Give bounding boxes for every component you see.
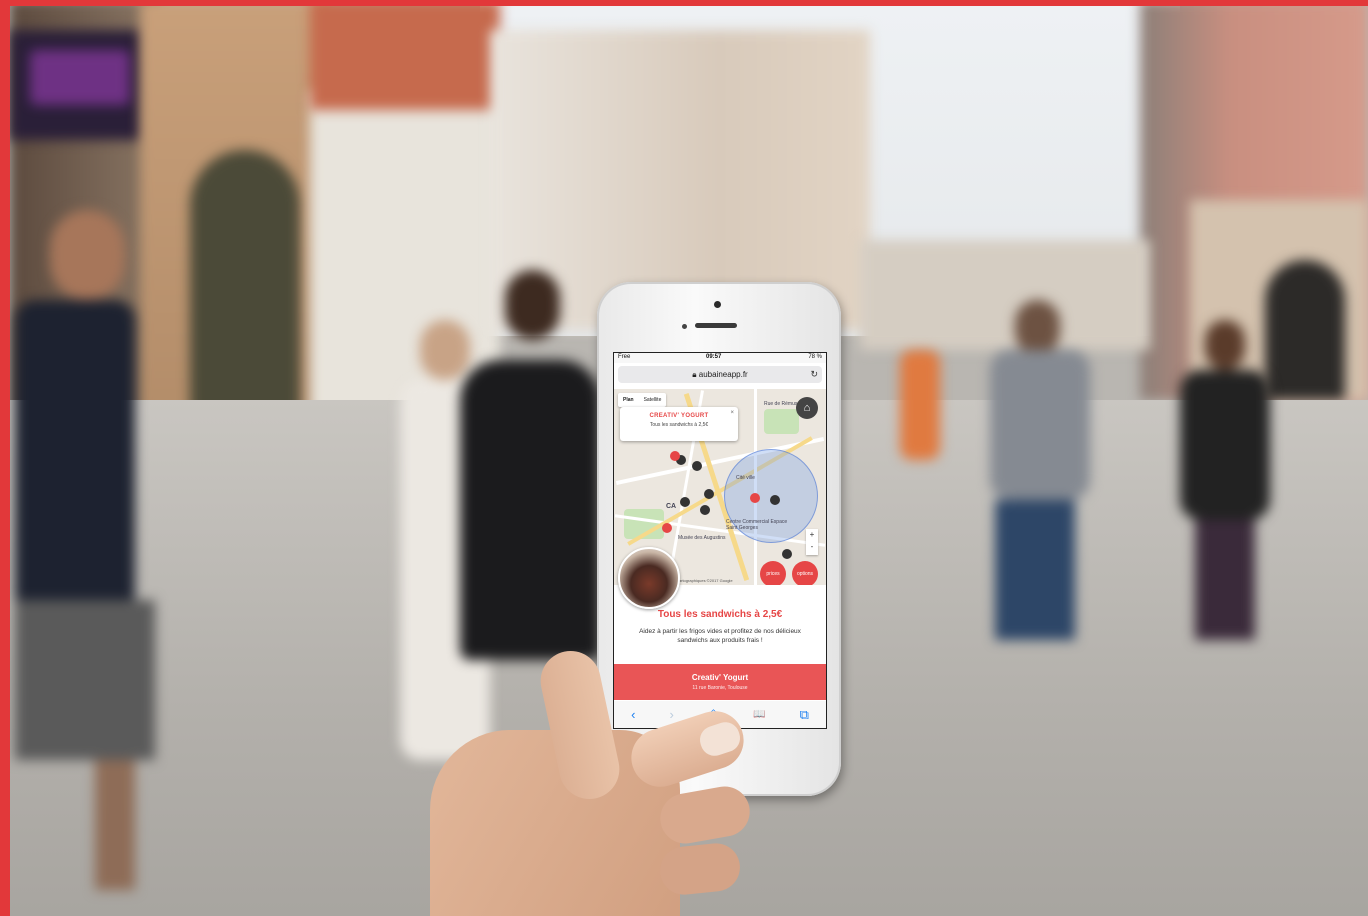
map-pin[interactable] [770,495,780,505]
neon-sign-glow [30,50,130,105]
carrier-label: Free [618,354,631,360]
filter-button-right[interactable]: options [792,561,818,585]
map-pin[interactable] [680,497,690,507]
person-walking-right [1170,320,1280,640]
map-label: Cité ville [736,475,755,481]
map-pin-selected[interactable] [750,493,760,503]
map-pin-selected[interactable] [670,451,680,461]
map-label: Musée des Augustins [678,535,726,541]
map-type-tabs: Plan Satellite [618,393,667,407]
frame-top [0,0,1368,6]
person-orange [900,350,940,460]
frame-left [0,0,10,916]
person-left [15,210,155,890]
map-pin[interactable] [700,505,710,515]
tab-satellite[interactable]: Satellite [639,393,667,407]
tabs-icon[interactable]: ⧉ [800,707,809,723]
photo-scene: Free 09:57 78 % 🔒︎ aubaineapp.fr ↻ Rue d… [0,0,1368,916]
map-label: Centre Commercial Espace Saint Georges [726,519,788,531]
person-black-top [460,270,600,690]
hand [430,645,760,916]
zoom-in-button[interactable]: + [806,529,818,541]
map-credit: Cartographiques ©2017 Google [676,578,733,583]
zoom-out-button[interactable]: - [806,541,818,553]
map-park [764,409,799,434]
popup-title: CREATIV' YOGURT [649,413,709,419]
zoom-control[interactable]: + - [806,529,818,555]
roof-red [310,0,500,110]
map-info-popup[interactable]: × CREATIV' YOGURT Tous les sandwichs à 2… [620,407,738,441]
filter-button-left[interactable]: prices [760,561,786,585]
map-pin[interactable] [692,461,702,471]
reload-icon[interactable]: ↻ [810,366,818,383]
offer-title: Tous les sandwichs à 2,5€ [657,609,783,620]
map-pin-selected[interactable] [662,523,672,533]
battery-label: 78 % [808,354,822,360]
clock: 09:57 [706,354,722,360]
offer-description: Aidez à partir les frigos vides et profi… [639,628,801,644]
person-walking-mid [980,300,1100,640]
lock-icon: 🔒︎ [692,370,697,379]
home-icon[interactable]: ⌂ [796,397,818,419]
map-pin[interactable] [704,489,714,499]
shop-photo [618,547,680,609]
map-pin[interactable] [782,549,792,559]
front-camera [714,301,721,308]
map-label: CA [666,503,677,510]
address-bar[interactable]: 🔒︎ aubaineapp.fr ↻ [618,366,822,383]
proximity-sensor [682,324,687,329]
close-icon[interactable]: × [730,410,734,416]
earpiece-speaker [695,323,737,328]
status-bar: Free 09:57 78 % [614,353,826,363]
popup-subtitle: Tous les sandwichs à 2,5€ [649,422,709,428]
url-text: aubaineapp.fr [698,370,748,379]
tab-plan[interactable]: Plan [618,393,639,407]
